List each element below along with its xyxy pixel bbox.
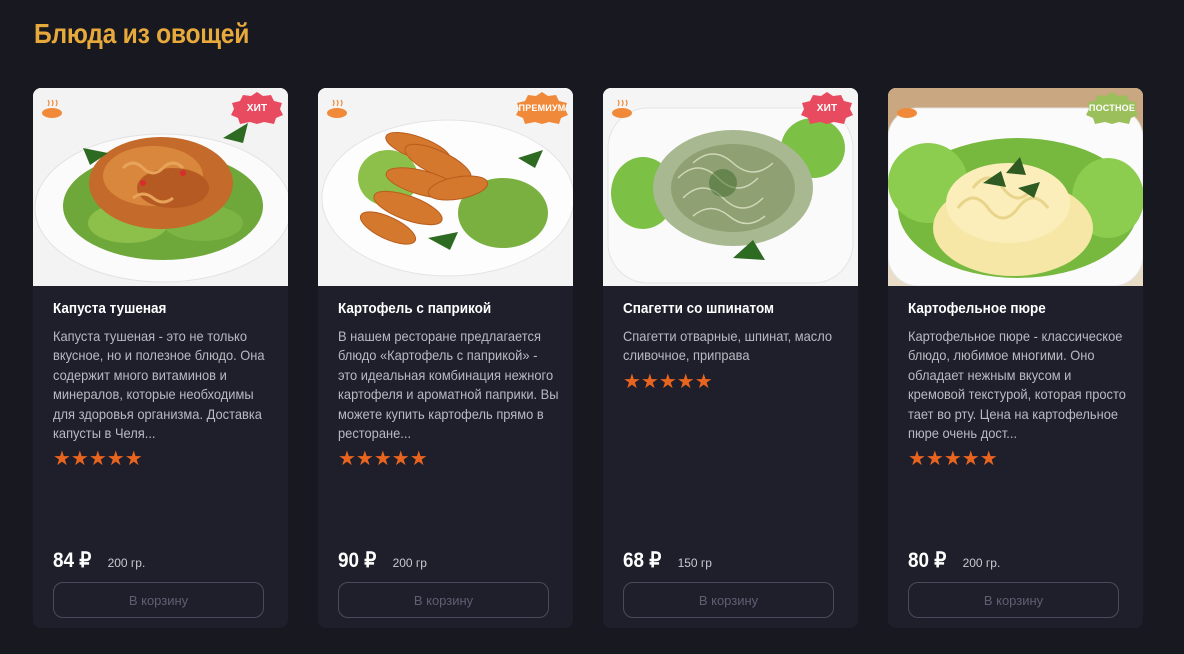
dish-description: Картофельное пюре - классическое блюдо, … (908, 328, 1126, 442)
product-grid: ХИТ Капуста тушеная Капуста тушеная - эт… (33, 88, 1143, 628)
star-icon: ★★★★★ (623, 370, 713, 393)
dish-name[interactable]: Капуста тушеная (53, 300, 247, 317)
add-to-cart-button[interactable]: В корзину (53, 582, 264, 618)
hit-badge: ХИТ (230, 92, 284, 124)
add-to-cart-button[interactable]: В корзину (338, 582, 549, 618)
dish-photo[interactable]: ХИТ (603, 88, 858, 286)
add-to-cart-button[interactable]: В корзину (623, 582, 834, 618)
product-card[interactable]: ХИТ Капуста тушеная Капуста тушеная - эт… (33, 88, 288, 628)
dish-description: Спагетти отварные, шпинат, масло сливочн… (623, 328, 833, 364)
dish-photo[interactable]: ХИТ (33, 88, 288, 286)
weight: 150 гр (677, 556, 712, 570)
hit-badge: ХИТ (800, 92, 854, 124)
dish-description: Капуста тушеная - это не только вкусное,… (53, 328, 265, 442)
star-icon: ★★★★★ (53, 448, 143, 471)
dish-description: В нашем ресторане предлагается блюдо «Ка… (338, 328, 559, 442)
product-card[interactable]: ПОСТНОЕ Картофельное пюре Картофельное п… (888, 88, 1143, 628)
restaurant-logo-icon (897, 108, 917, 118)
price: 80 ₽ (908, 549, 947, 572)
restaurant-logo-icon (612, 99, 632, 118)
dish-photo[interactable]: ПОСТНОЕ (888, 88, 1143, 286)
add-to-cart-button[interactable]: В корзину (908, 582, 1119, 618)
rating-stars: ★★★★★ (338, 449, 553, 469)
restaurant-logo-icon (327, 99, 347, 118)
rating-stars: ★★★★★ (908, 449, 1123, 469)
dish-name[interactable]: Спагетти со шпинатом (623, 300, 817, 317)
price: 68 ₽ (623, 549, 662, 572)
product-card[interactable]: ХИТ Спагетти со шпинатом Спагетти отварн… (603, 88, 858, 628)
star-icon: ★★★★★ (338, 448, 428, 471)
product-card[interactable]: ПРЕМИУМ Картофель с паприкой В нашем рес… (318, 88, 573, 628)
weight: 200 гр. (107, 556, 146, 570)
restaurant-logo-icon (42, 99, 62, 118)
premium-badge: ПРЕМИУМ (515, 92, 569, 124)
rating-stars: ★★★★★ (53, 449, 268, 469)
weight: 200 гр (392, 556, 427, 570)
lenten-badge: ПОСТНОЕ (1085, 92, 1139, 124)
dish-photo[interactable]: ПРЕМИУМ (318, 88, 573, 286)
dish-name[interactable]: Картофель с паприкой (338, 300, 532, 317)
rating-stars: ★★★★★ (623, 372, 838, 392)
dish-name[interactable]: Картофельное пюре (908, 300, 1102, 317)
price: 84 ₽ (53, 549, 92, 572)
weight: 200 гр. (962, 556, 1001, 570)
section-title: Блюда из овощей (34, 18, 250, 49)
star-icon: ★★★★★ (908, 448, 998, 471)
price: 90 ₽ (338, 549, 377, 572)
